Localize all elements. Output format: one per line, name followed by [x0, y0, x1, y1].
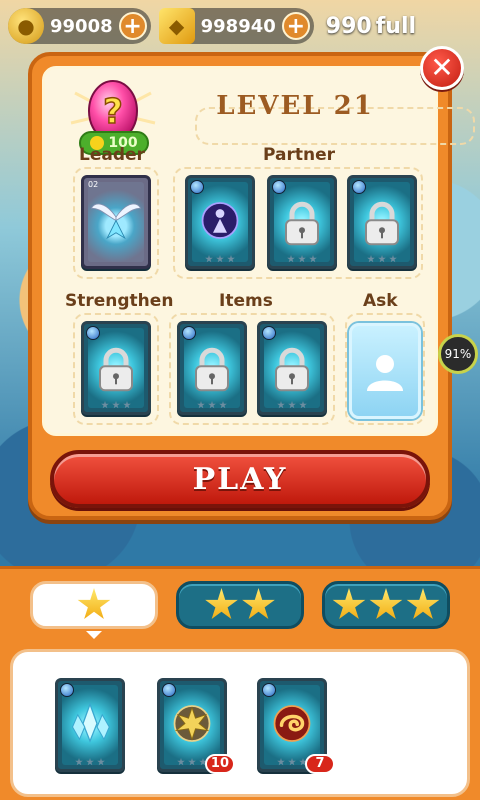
golden-leaf-icon: [173, 705, 211, 742]
svg-text:?: ?: [103, 92, 123, 132]
card-stars: [266, 401, 318, 409]
card-stars: [90, 401, 142, 409]
star-icon: [332, 588, 366, 619]
tab-three-star[interactable]: [322, 581, 450, 629]
user-silhouette-icon: [367, 355, 403, 391]
star-icon: [77, 588, 111, 619]
fire-swirl-icon: [273, 705, 311, 742]
coin-value: 99008: [50, 15, 113, 37]
star-icon: [205, 588, 238, 619]
play-button[interactable]: PLAY: [50, 450, 430, 508]
energy-counter: 990 full: [322, 8, 420, 44]
card-stars: [186, 401, 238, 409]
card-gem-icon: [182, 326, 196, 340]
coin-icon: ●: [8, 8, 44, 44]
card-gem-icon: [162, 683, 176, 697]
gem-icon: ◆: [158, 8, 195, 44]
ask-label: Ask: [363, 291, 398, 311]
card-gem-icon: [190, 180, 204, 194]
strengthen-card-locked[interactable]: [81, 321, 151, 415]
item-card-locked-1[interactable]: [177, 321, 247, 415]
inventory-card-fire[interactable]: 7: [257, 678, 335, 774]
gem-counter: ◆ 998940 +: [158, 8, 314, 44]
card-gem-icon: [86, 326, 100, 340]
shadow-figure-icon: [201, 202, 239, 239]
card-gem-icon: [272, 180, 286, 194]
star-icon: [406, 588, 440, 619]
level-title: LEVEL 21: [216, 91, 374, 121]
add-gems-button[interactable]: +: [281, 12, 310, 40]
card-gem-icon: [352, 180, 366, 194]
progress-percent-badge[interactable]: 91%: [438, 334, 478, 374]
lock-icon: [195, 347, 229, 392]
card-stars: [356, 255, 408, 263]
lock-icon: [365, 201, 399, 246]
leader-label: Leader: [79, 145, 145, 165]
inventory-list: 10 7: [10, 649, 470, 797]
coin-counter: ● 99008 +: [8, 8, 151, 44]
star-icon: [369, 588, 403, 619]
partner-label: Partner: [263, 145, 336, 165]
card-count-badge: 7: [305, 754, 335, 774]
lock-icon: [99, 347, 133, 392]
card-count-badge: 10: [204, 754, 235, 774]
inventory-card-leaf[interactable]: 10: [157, 678, 235, 774]
partner-card-silhouette[interactable]: [185, 175, 255, 269]
lock-icon: [275, 347, 309, 392]
card-gem-icon: [262, 326, 276, 340]
card-stars: [276, 255, 328, 263]
star-icon: [242, 588, 275, 619]
leader-card-level: 02: [88, 180, 99, 189]
close-button[interactable]: ✕: [420, 46, 464, 90]
partner-card-locked-1[interactable]: [267, 175, 337, 269]
strengthen-label: Strengthen: [65, 291, 174, 311]
card-frame: [55, 678, 125, 772]
active-tab-pointer: [86, 631, 102, 639]
card-gem-icon: [60, 683, 74, 697]
ask-friend-button[interactable]: [349, 323, 421, 419]
dialog-content: LEVEL 21 ? 100 Leader 02 Partner Strengt…: [42, 66, 475, 436]
add-coins-button[interactable]: +: [118, 12, 147, 40]
tab-two-star[interactable]: [176, 581, 304, 629]
energy-status: full: [375, 13, 417, 39]
close-icon: ✕: [430, 51, 454, 84]
lock-icon: [285, 201, 319, 246]
top-currency-bar: ● 99008 + ◆ 998940 + 990 full: [0, 0, 480, 52]
card-stars: [64, 758, 116, 766]
items-label: Items: [219, 291, 273, 311]
partner-card-locked-2[interactable]: [347, 175, 417, 269]
card-gem-icon: [262, 683, 276, 697]
card-stars: [194, 255, 246, 263]
ice-crystal-icon: [71, 702, 110, 743]
angel-wings-icon: [90, 203, 142, 240]
item-card-locked-2[interactable]: [257, 321, 327, 415]
inventory-card-ice[interactable]: [55, 678, 125, 772]
card-inventory-panel: 10 7: [0, 566, 480, 800]
leader-card[interactable]: 02: [81, 175, 151, 269]
tab-one-star[interactable]: [30, 581, 158, 629]
energy-value: 990: [325, 13, 372, 39]
gem-value: 998940: [200, 15, 276, 37]
level-dialog: LEVEL 21 ? 100 Leader 02 Partner Strengt…: [28, 46, 475, 520]
